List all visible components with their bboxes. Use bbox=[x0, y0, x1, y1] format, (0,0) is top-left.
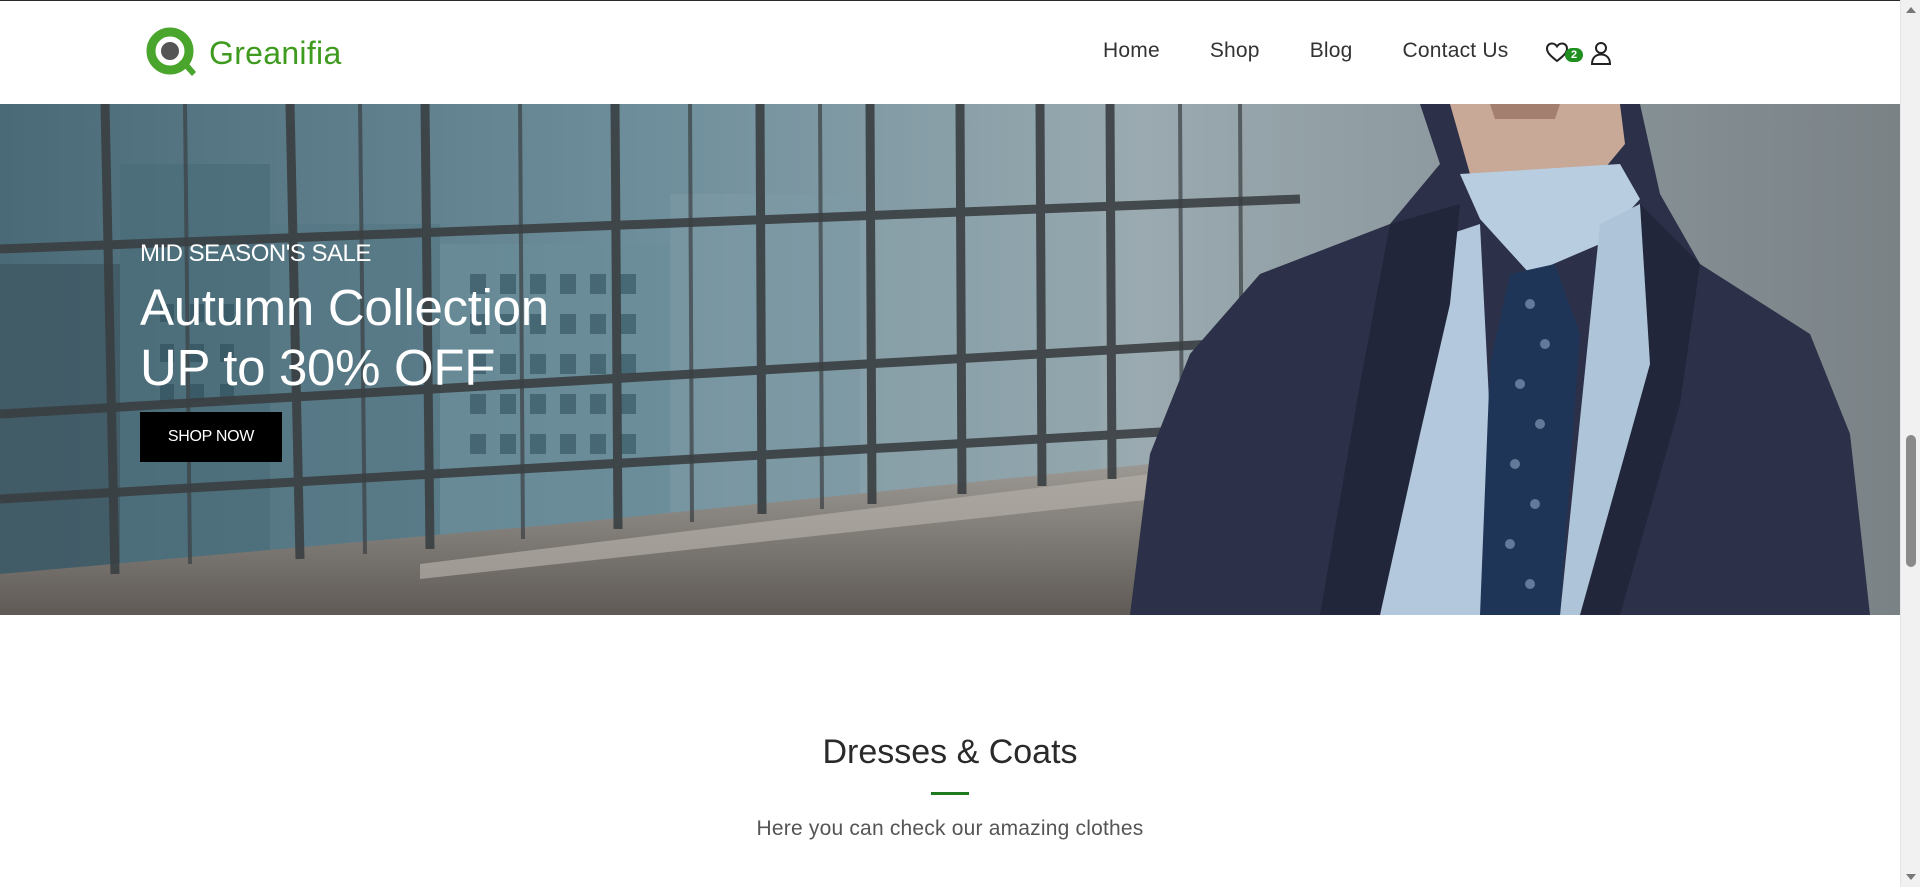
wishlist-button[interactable]: 2 bbox=[1545, 41, 1583, 67]
dresses-coats-section: Dresses & Coats Here you can check our a… bbox=[0, 615, 1900, 887]
section-divider bbox=[931, 792, 969, 795]
nav-blog[interactable]: Blog bbox=[1310, 39, 1353, 63]
scroll-down-button[interactable] bbox=[1901, 869, 1920, 885]
nav-contact-us[interactable]: Contact Us bbox=[1403, 39, 1509, 63]
wishlist-count-badge: 2 bbox=[1565, 48, 1583, 62]
user-icon bbox=[1590, 42, 1612, 65]
hero-title-line-2: UP to 30% OFF bbox=[140, 339, 496, 396]
account-button[interactable] bbox=[1590, 41, 1612, 65]
shop-now-button[interactable]: SHOP NOW bbox=[140, 412, 282, 462]
hero-title: Autumn Collection UP to 30% OFF bbox=[140, 278, 549, 398]
hero-content: MID SEASON'S SALE Autumn Collection UP t… bbox=[140, 240, 549, 462]
hero-title-line-1: Autumn Collection bbox=[140, 279, 549, 336]
scroll-thumb[interactable] bbox=[1906, 435, 1916, 567]
scroll-up-arrow-icon bbox=[1906, 7, 1916, 13]
logo-icon bbox=[146, 27, 196, 76]
main-nav: Home Shop Blog Contact Us bbox=[1103, 39, 1508, 63]
section-subtitle: Here you can check our amazing clothes bbox=[756, 817, 1144, 840]
site-header: Greanifia Home Shop Blog Contact Us 2 bbox=[0, 0, 1900, 104]
brand-name: Greanifia bbox=[209, 34, 342, 71]
scroll-down-arrow-icon bbox=[1906, 874, 1916, 880]
scroll-up-button[interactable] bbox=[1901, 2, 1920, 18]
logo[interactable]: Greanifia bbox=[146, 27, 342, 79]
nav-shop[interactable]: Shop bbox=[1210, 39, 1260, 63]
nav-home[interactable]: Home bbox=[1103, 39, 1160, 63]
hero-banner: MID SEASON'S SALE Autumn Collection UP t… bbox=[0, 104, 1900, 615]
hero-subtitle: MID SEASON'S SALE bbox=[140, 240, 371, 267]
section-title: Dresses & Coats bbox=[822, 733, 1078, 771]
page-scrollbar[interactable] bbox=[1900, 0, 1920, 887]
